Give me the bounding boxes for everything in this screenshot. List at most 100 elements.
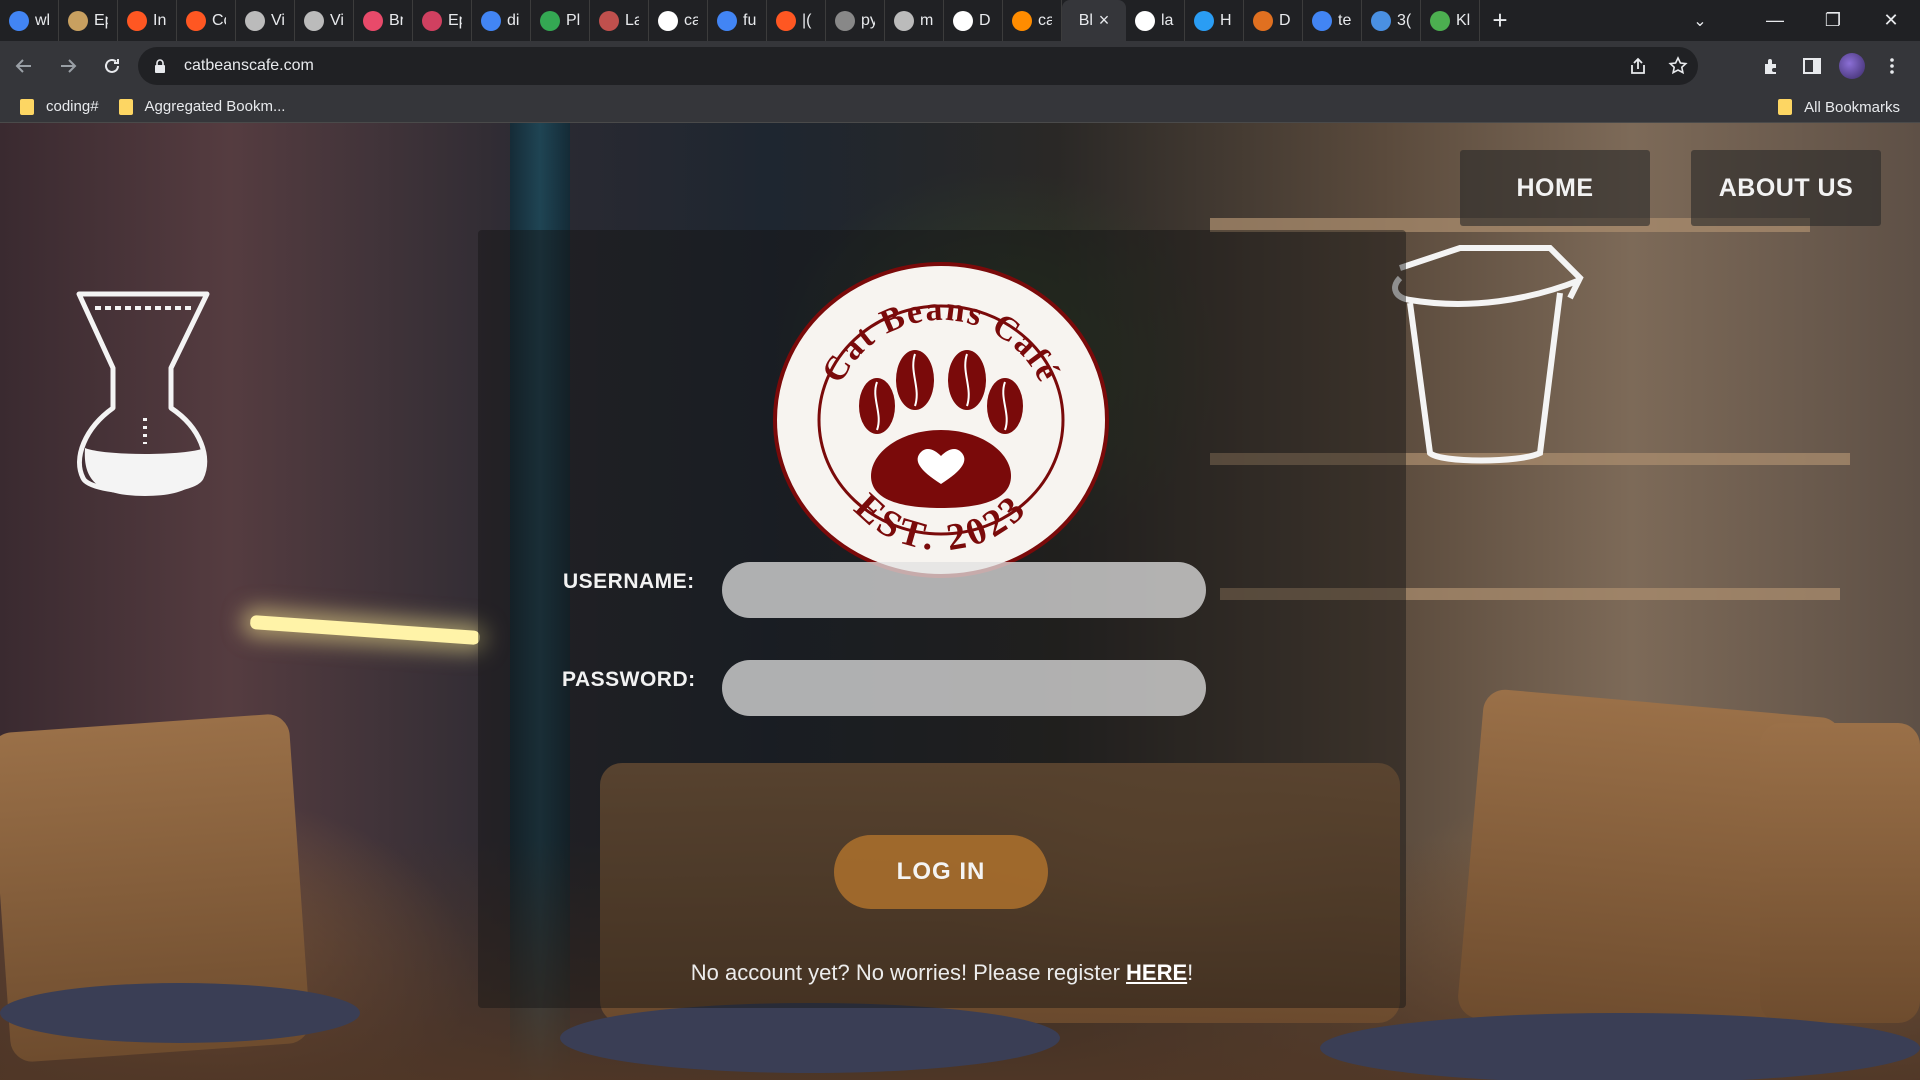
tab-title: H bbox=[1220, 11, 1232, 29]
browser-tab[interactable]: D bbox=[944, 0, 1003, 41]
tab-title: te bbox=[1338, 11, 1352, 29]
tab-favicon-icon bbox=[1012, 10, 1032, 31]
browser-tab[interactable]: fu bbox=[708, 0, 767, 41]
tab-favicon-icon bbox=[1371, 10, 1391, 31]
browser-toolbar: catbeanscafe.com bbox=[0, 41, 1920, 91]
window-controls: — ❐ ✕ bbox=[1746, 0, 1920, 41]
tab-title: D bbox=[979, 11, 991, 29]
share-icon[interactable] bbox=[1618, 47, 1658, 85]
tab-title: fu bbox=[743, 11, 757, 29]
login-button[interactable]: LOG IN bbox=[834, 835, 1048, 909]
maximize-button[interactable]: ❐ bbox=[1804, 0, 1862, 41]
browser-tab[interactable]: Cc bbox=[177, 0, 236, 41]
back-arrow-icon bbox=[15, 59, 31, 73]
bookmark-label: coding# bbox=[46, 98, 99, 115]
browser-tab[interactable]: Ep bbox=[59, 0, 118, 41]
tab-favicon-icon bbox=[245, 10, 265, 31]
tab-title: Br bbox=[389, 11, 403, 29]
tab-title: la bbox=[1161, 11, 1174, 29]
nav-home-button[interactable]: HOME bbox=[1460, 150, 1650, 226]
password-input[interactable] bbox=[722, 660, 1206, 716]
username-label: USERNAME: bbox=[563, 570, 695, 593]
browser-tab[interactable]: D bbox=[1244, 0, 1303, 41]
reload-icon bbox=[105, 58, 119, 73]
browser-tab[interactable]: ca bbox=[649, 0, 708, 41]
background-cushion bbox=[1760, 723, 1920, 1023]
nav-about-button[interactable]: ABOUT US bbox=[1691, 150, 1881, 226]
new-tab-button[interactable]: + bbox=[1480, 0, 1520, 41]
tab-close-icon[interactable]: × bbox=[1099, 10, 1110, 31]
browser-tab[interactable]: ca bbox=[1003, 0, 1062, 41]
tab-favicon-icon bbox=[363, 10, 383, 31]
register-link[interactable]: HERE bbox=[1126, 960, 1187, 985]
browser-tab[interactable]: |( bbox=[767, 0, 826, 41]
tab-title: wl bbox=[35, 11, 49, 29]
tab-title: 3( bbox=[1397, 11, 1411, 29]
browser-tab[interactable]: In bbox=[118, 0, 177, 41]
tab-search-button[interactable]: ⌄ bbox=[1680, 0, 1720, 41]
back-button[interactable] bbox=[4, 46, 44, 86]
forward-button[interactable] bbox=[48, 46, 88, 86]
browser-tab[interactable]: 3( bbox=[1362, 0, 1421, 41]
address-bar[interactable]: catbeanscafe.com bbox=[138, 47, 1698, 85]
tab-favicon-icon bbox=[304, 10, 324, 31]
browser-tab[interactable]: la bbox=[1126, 0, 1185, 41]
browser-tab[interactable]: wl bbox=[0, 0, 59, 41]
browser-tab[interactable]: La bbox=[590, 0, 649, 41]
password-label: PASSWORD: bbox=[562, 668, 696, 691]
browser-tab[interactable]: py bbox=[826, 0, 885, 41]
tab-title: Ep bbox=[94, 11, 108, 29]
browser-tab[interactable]: Bl × bbox=[1062, 0, 1126, 41]
tab-favicon-icon bbox=[1194, 10, 1214, 31]
browser-tab[interactable]: di bbox=[472, 0, 531, 41]
tab-title: |( bbox=[802, 11, 812, 29]
tab-strip: wl Ep In Cc Vi Vi Br Ep di Pl La ca fu |(py m Dca Bl × la H… bbox=[0, 0, 1920, 41]
tab-favicon-icon bbox=[1312, 10, 1332, 31]
browser-tab[interactable]: Kl bbox=[1421, 0, 1480, 41]
tab-favicon-icon bbox=[186, 10, 206, 31]
extensions-icon[interactable] bbox=[1752, 46, 1792, 86]
url-text[interactable]: catbeanscafe.com bbox=[184, 57, 314, 75]
minimize-button[interactable]: — bbox=[1746, 0, 1804, 41]
tab-title: di bbox=[507, 11, 520, 29]
side-panel-icon[interactable] bbox=[1792, 46, 1832, 86]
folder-icon bbox=[118, 98, 133, 115]
bookmark-folder-coding[interactable]: coding# bbox=[20, 98, 99, 115]
tab-favicon-icon bbox=[127, 10, 147, 31]
background-seat bbox=[560, 1003, 1060, 1073]
bookmark-star-icon[interactable] bbox=[1658, 47, 1698, 85]
bookmark-folder-aggregated[interactable]: Aggregated Bookm... bbox=[118, 98, 285, 115]
page-viewport: HOME ABOUT US Cat Beans Café EST. 2023 U… bbox=[0, 123, 1920, 1080]
cat-beans-cafe-logo: Cat Beans Café EST. 2023 bbox=[773, 262, 1109, 578]
register-prompt: No account yet? No worries! Please regis… bbox=[478, 960, 1406, 986]
username-input[interactable] bbox=[722, 562, 1206, 618]
bookmarks-bar: coding# Aggregated Bookm... All Bookmark… bbox=[0, 91, 1920, 123]
tab-favicon-icon bbox=[717, 10, 737, 31]
tab-title: In bbox=[153, 11, 167, 29]
register-suffix-text: ! bbox=[1187, 960, 1194, 985]
reload-button[interactable] bbox=[92, 46, 132, 86]
browser-tab[interactable]: m bbox=[885, 0, 944, 41]
tab-favicon-icon bbox=[422, 10, 442, 31]
tab-favicon-icon bbox=[1430, 10, 1450, 31]
close-window-button[interactable]: ✕ bbox=[1862, 0, 1920, 41]
background-seat bbox=[1320, 1013, 1920, 1080]
profile-avatar[interactable] bbox=[1839, 53, 1865, 79]
browser-tab[interactable]: Ep bbox=[413, 0, 472, 41]
browser-tab[interactable]: Pl bbox=[531, 0, 590, 41]
browser-tab[interactable]: Vi bbox=[295, 0, 354, 41]
browser-tab[interactable]: H bbox=[1185, 0, 1244, 41]
lock-icon[interactable] bbox=[152, 58, 168, 74]
background-light bbox=[249, 614, 481, 646]
browser-tab[interactable]: Br bbox=[354, 0, 413, 41]
all-bookmarks-label: All Bookmarks bbox=[1804, 98, 1900, 116]
coffee-carafe-icon bbox=[76, 291, 210, 496]
menu-kebab-icon[interactable] bbox=[1872, 46, 1912, 86]
tab-favicon-icon bbox=[894, 10, 914, 31]
all-bookmarks-folder[interactable]: All Bookmarks bbox=[1778, 91, 1900, 123]
login-panel: Cat Beans Café EST. 2023 USERNAME: PASSW… bbox=[478, 230, 1406, 1008]
browser-tab[interactable]: te bbox=[1303, 0, 1362, 41]
tab-title: Ep bbox=[448, 11, 462, 29]
browser-tab[interactable]: Vi bbox=[236, 0, 295, 41]
folder-icon bbox=[20, 98, 34, 115]
